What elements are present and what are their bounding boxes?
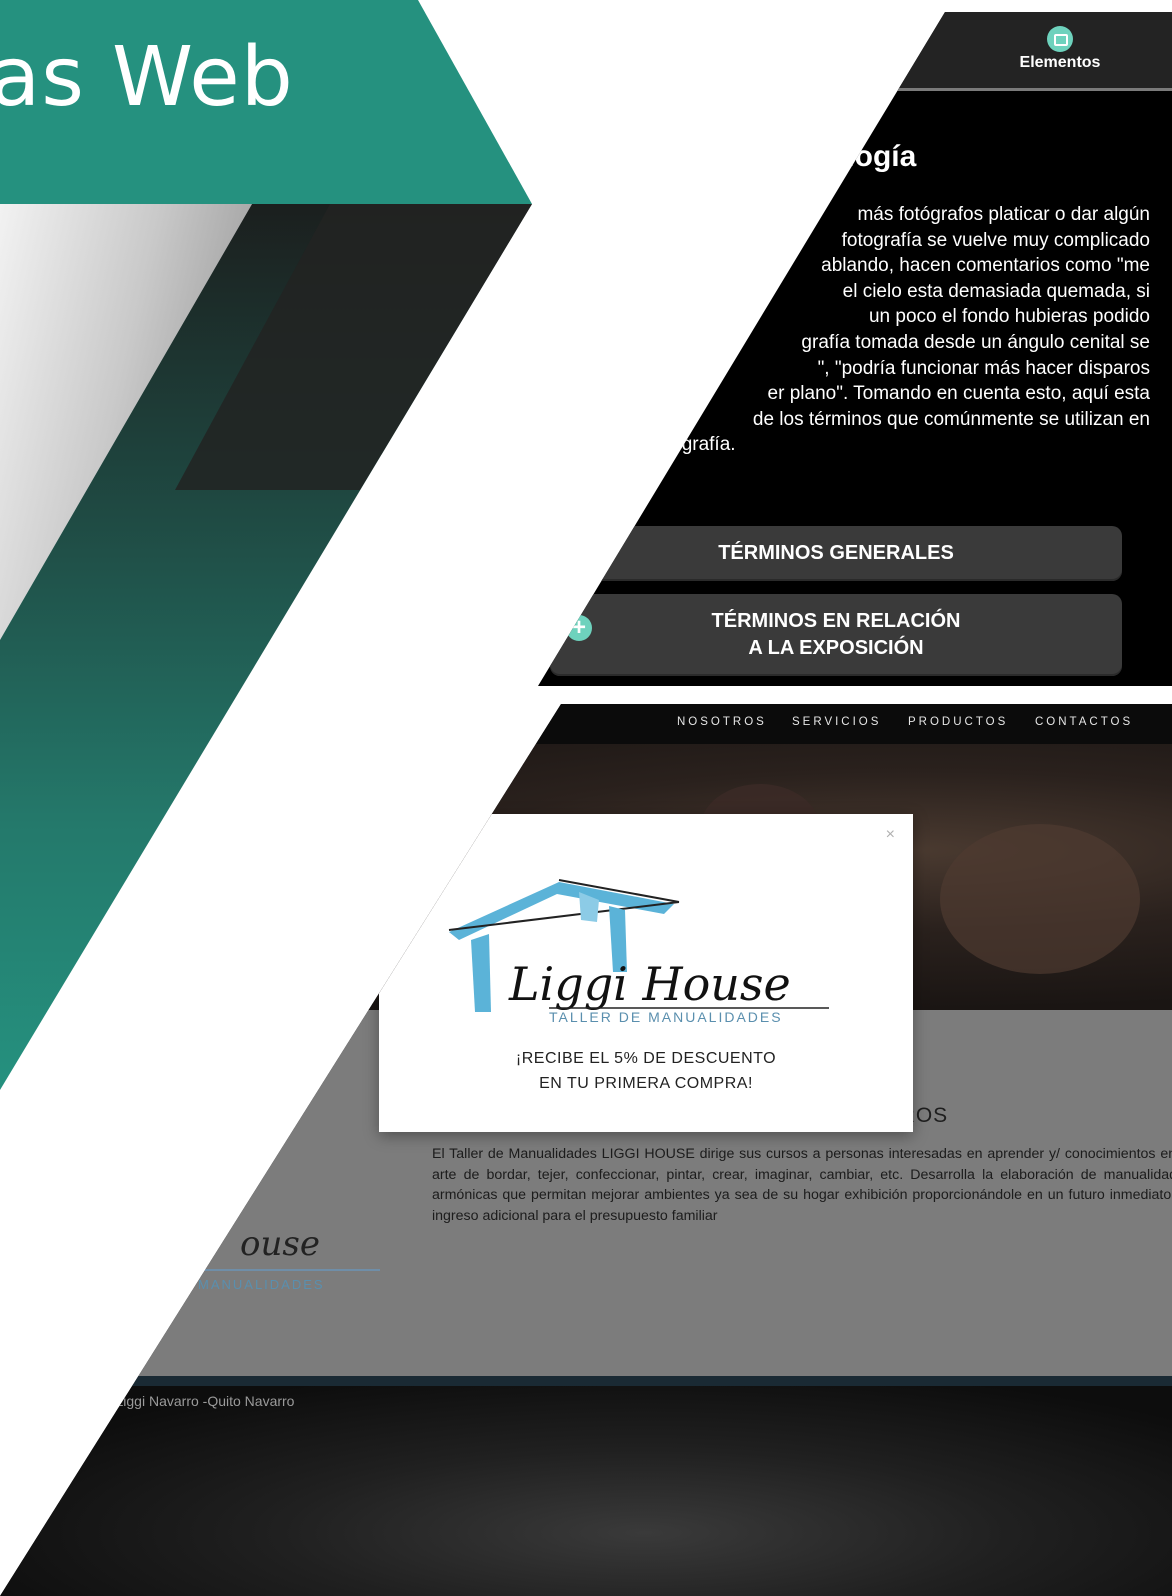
intro-line: fotografía.	[650, 434, 736, 456]
intro-line: er plano". Tomando en cuenta esto, aquí …	[767, 383, 1150, 405]
hero-shape	[940, 824, 1140, 974]
logo-fragment-line	[200, 1269, 380, 1271]
terms-exposure-button[interactable]: TÉRMINOS EN RELACIÓN A LA EXPOSICIÓN	[550, 594, 1122, 676]
close-icon[interactable]: ×	[886, 826, 895, 844]
nav-contactos[interactable]: CONTACTOS	[1035, 716, 1133, 728]
section-divider	[0, 1376, 1172, 1386]
terms-exposure-label-2: A LA EXPOSICIÓN	[748, 637, 924, 659]
bottom-photo	[0, 1386, 1172, 1596]
promo-line-1: ¡RECIBE EL 5% DE DESCUENTO	[515, 1050, 777, 1067]
logo-fragment-tagline: MANUALIDADES	[198, 1277, 325, 1292]
promo-line-2: EN TU PRIMERA COMPRA!	[539, 1075, 753, 1092]
nav-servicios[interactable]: SERVICIOS	[792, 716, 881, 728]
liggi-house-logo: Liggi House TALLER DE MANUALIDADES	[448, 879, 829, 1022]
logo-tagline: TALLER DE MANUALIDADES	[549, 1009, 783, 1022]
about-text: El Taller de Manualidades LIGGI HOUSE di…	[432, 1146, 1172, 1224]
nav-nosotros[interactable]: NOSOTROS	[677, 716, 767, 728]
promo-text: ¡RECIBE EL 5% DE DESCUENTO EN TU PRIMERA…	[379, 1046, 913, 1096]
logo-name: Liggi House	[508, 957, 791, 1011]
terms-exposure-label-1: TÉRMINOS EN RELACIÓN	[711, 610, 961, 632]
active-tab-indicator	[858, 88, 1172, 91]
terms-general-button[interactable]: TÉRMINOS GENERALES	[550, 526, 1122, 581]
intro-line: de los términos que comúnmente se utiliz…	[752, 408, 1150, 430]
nav-productos[interactable]: PRODUCTOS	[908, 716, 1008, 728]
slide-title: as Web	[0, 30, 294, 125]
tab-elementos[interactable]: Elementos	[1006, 54, 1114, 72]
camera-icon[interactable]	[1047, 26, 1073, 52]
logo-fragment: ouse	[240, 1224, 320, 1264]
